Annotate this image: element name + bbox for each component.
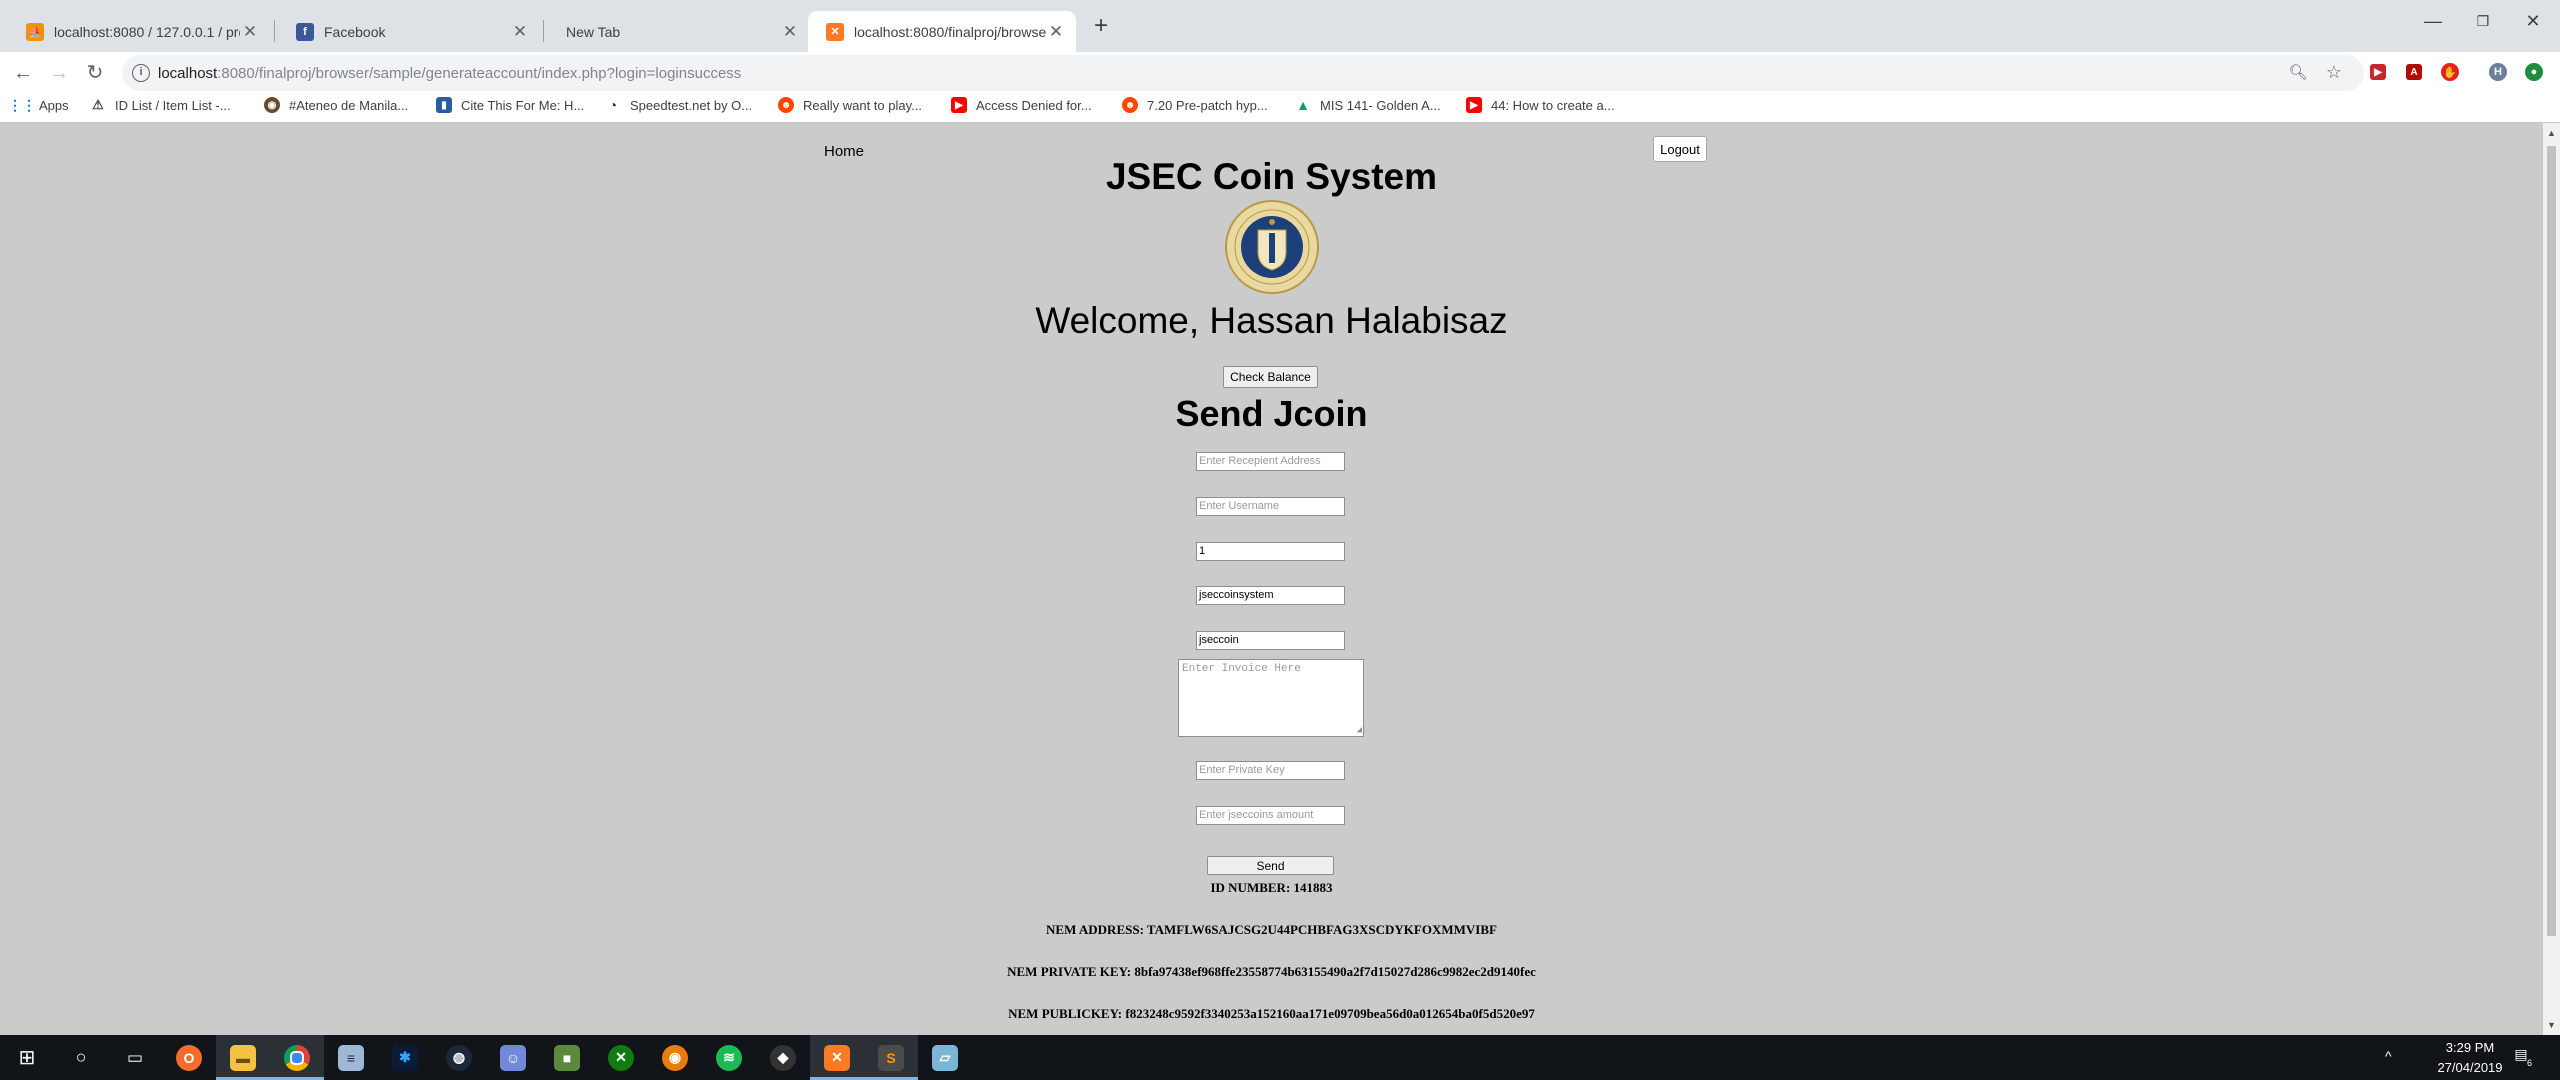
windows-start-icon[interactable]: ⊞ [0,1035,54,1080]
new-tab-button[interactable]: + [1086,12,1116,42]
steam-icon[interactable]: ◍ [432,1035,486,1080]
url-text[interactable]: localhost:8080/finalproj/browser/sample/… [158,65,741,82]
id-number-text: ID NUMBER: 141883 [1210,880,1333,895]
url-path: :8080/finalproj/browser/sample/generatea… [217,65,742,82]
apps-grid-icon: ⋮⋮ [8,96,36,113]
url-host: localhost [158,65,218,82]
resize-grip-icon[interactable]: ◢ [1357,725,1362,735]
bookmark-how-to-create[interactable]: ▶ 44: How to create a... [1466,94,1615,116]
bookmark-mis-141[interactable]: ▲ MIS 141- Golden A... [1295,94,1441,116]
book-icon: ▮ [436,97,452,113]
private-key-input[interactable]: Enter Private Key [1196,761,1345,780]
task-view-icon[interactable]: ▭ [108,1035,162,1080]
extension-1-icon[interactable]: ▶ [2364,58,2392,86]
gitkraken-icon[interactable]: ◆ [756,1035,810,1080]
pdf-extension-icon[interactable]: A [2400,58,2428,86]
field-3-input[interactable]: 1 [1196,542,1345,561]
discord-icon[interactable]: ☺ [486,1035,540,1080]
forward-arrow-icon[interactable]: → [42,56,76,90]
extension-green-icon[interactable]: ● [2520,58,2548,86]
star-icon[interactable]: ☆ [2320,58,2348,86]
close-tab-icon[interactable]: ✕ [240,22,260,42]
info-icon[interactable]: i [132,64,150,82]
bookmark-ateneo[interactable]: ◉ #Ateneo de Manila... [264,94,408,116]
close-tab-icon[interactable]: ✕ [510,22,530,42]
xampp-taskbar-icon[interactable]: ✕ [810,1035,864,1080]
back-arrow-icon[interactable]: ← [6,56,40,90]
scroll-down-arrow-icon[interactable]: ▼ [2543,1017,2560,1034]
tab-title: New Tab [566,23,621,40]
send-jcoin-heading: Send Jcoin [1175,393,1368,434]
minecraft-icon[interactable]: ■ [540,1035,594,1080]
tab-title: localhost:8080 / 127.0.0.1 / proje [54,23,240,40]
search-icon[interactable]: ○ [54,1035,108,1080]
bookmark-speedtest[interactable]: ◔ Speedtest.net by O... [605,94,752,116]
lion-icon: ◉ [264,97,280,113]
profile-avatar[interactable]: H [2484,58,2512,86]
facebook-icon: f [296,22,314,41]
check-balance-button[interactable]: Check Balance [1223,366,1318,388]
tab-localhost-active[interactable]: ✕ localhost:8080/finalproj/browser ✕ [808,11,1076,52]
bookmark-pre-patch[interactable]: ☻ 7.20 Pre-patch hyp... [1122,94,1268,116]
youtube-icon: ▶ [951,97,967,113]
bookmark-id-list[interactable]: ⚠ ID List / Item List -... [90,94,230,116]
app-extra-icon[interactable]: ▱ [918,1035,972,1080]
phpmyadmin-icon: ⛵ [26,22,44,41]
origin-app-icon[interactable]: O [162,1035,216,1080]
youtube-icon: ▶ [1466,97,1482,113]
xampp-icon: ✕ [826,22,844,41]
spotify-icon[interactable]: ≋ [702,1035,756,1080]
jseccoins-amount-input[interactable]: Enter jseccoins amount [1196,806,1345,825]
reddit-icon: ☻ [1122,97,1138,113]
tray-chevron-up-icon[interactable]: ^ [2385,1048,2392,1064]
action-center-icon[interactable]: ▤ 6 [2510,1046,2532,1068]
recipient-address-input[interactable]: Enter Recepient Address [1196,452,1345,471]
notepad-icon[interactable]: ≡ [324,1035,378,1080]
tab-title: Facebook [324,23,386,40]
bookmark-access-denied[interactable]: ▶ Access Denied for... [951,94,1092,116]
notification-count: 6 [2526,1058,2532,1068]
sublime-text-icon[interactable]: S [864,1035,918,1080]
invoice-placeholder: Enter Invoice Here [1182,663,1301,675]
close-tab-icon[interactable]: ✕ [780,22,800,42]
nem-public-key-text: NEM PUBLICKEY: f823248c9592f3340253a1521… [1008,1006,1535,1021]
nem-private-key-text: NEM PRIVATE KEY: 8bfa97438ef968ffe235587… [1007,964,1536,979]
google-drive-icon: ▲ [1296,97,1310,113]
welcome-message: Welcome, Hassan Halabisaz [1035,300,1508,341]
bookmark-cite-this[interactable]: ▮ Cite This For Me: H... [436,94,584,116]
minimize-icon[interactable]: — [2408,6,2458,36]
tab-new-tab[interactable]: New Tab ✕ [548,11,810,52]
file-explorer-icon[interactable]: ▬ [216,1035,270,1080]
tab-separator [543,20,544,42]
chrome-icon[interactable] [270,1035,324,1080]
bookmark-reddit-play[interactable]: ☻ Really want to play... [778,94,922,116]
page-title: JSEC Coin System [1105,156,1438,197]
close-tab-icon[interactable]: ✕ [1046,22,1066,42]
username-input[interactable]: Enter Username [1196,497,1345,516]
adblock-extension-icon[interactable]: ✋ [2436,58,2464,86]
send-button[interactable]: Send [1207,856,1334,875]
ateneo-seal-logo [1225,200,1319,294]
tab-facebook[interactable]: f Facebook ✕ [278,11,540,52]
scroll-up-arrow-icon[interactable]: ▲ [2543,125,2560,142]
nem-address-text: NEM ADDRESS: TAMFLW6SAJCSG2U44PCHBFAG3XS… [1046,922,1497,937]
close-window-icon[interactable]: ✕ [2508,6,2558,36]
tab-title: localhost:8080/finalproj/browser [854,23,1046,40]
field-5-input[interactable]: jseccoin [1196,631,1345,650]
blender-icon[interactable]: ◉ [648,1035,702,1080]
reddit-icon: ☻ [778,97,794,113]
tab-separator [274,20,275,42]
invoice-textarea[interactable]: Enter Invoice Here ◢ [1178,659,1364,737]
xbox-icon[interactable]: ✕ [594,1035,648,1080]
photoshop-icon[interactable]: ✱ [378,1035,432,1080]
field-4-input[interactable]: jseccoinsystem [1196,586,1345,605]
bookmark-apps[interactable]: ⋮⋮ Apps [8,94,69,116]
reload-icon[interactable]: ↻ [78,56,112,90]
tab-phpmyadmin[interactable]: ⛵ localhost:8080 / 127.0.0.1 / proje ✕ [8,11,270,52]
zoom-icon[interactable]: 🔍︎ [2284,58,2312,86]
restore-icon[interactable]: ❐ [2458,6,2508,36]
warning-triangle-icon: ⚠ [92,97,104,112]
speedometer-icon: ◔ [608,97,618,113]
scrollbar-thumb[interactable] [2547,146,2556,936]
